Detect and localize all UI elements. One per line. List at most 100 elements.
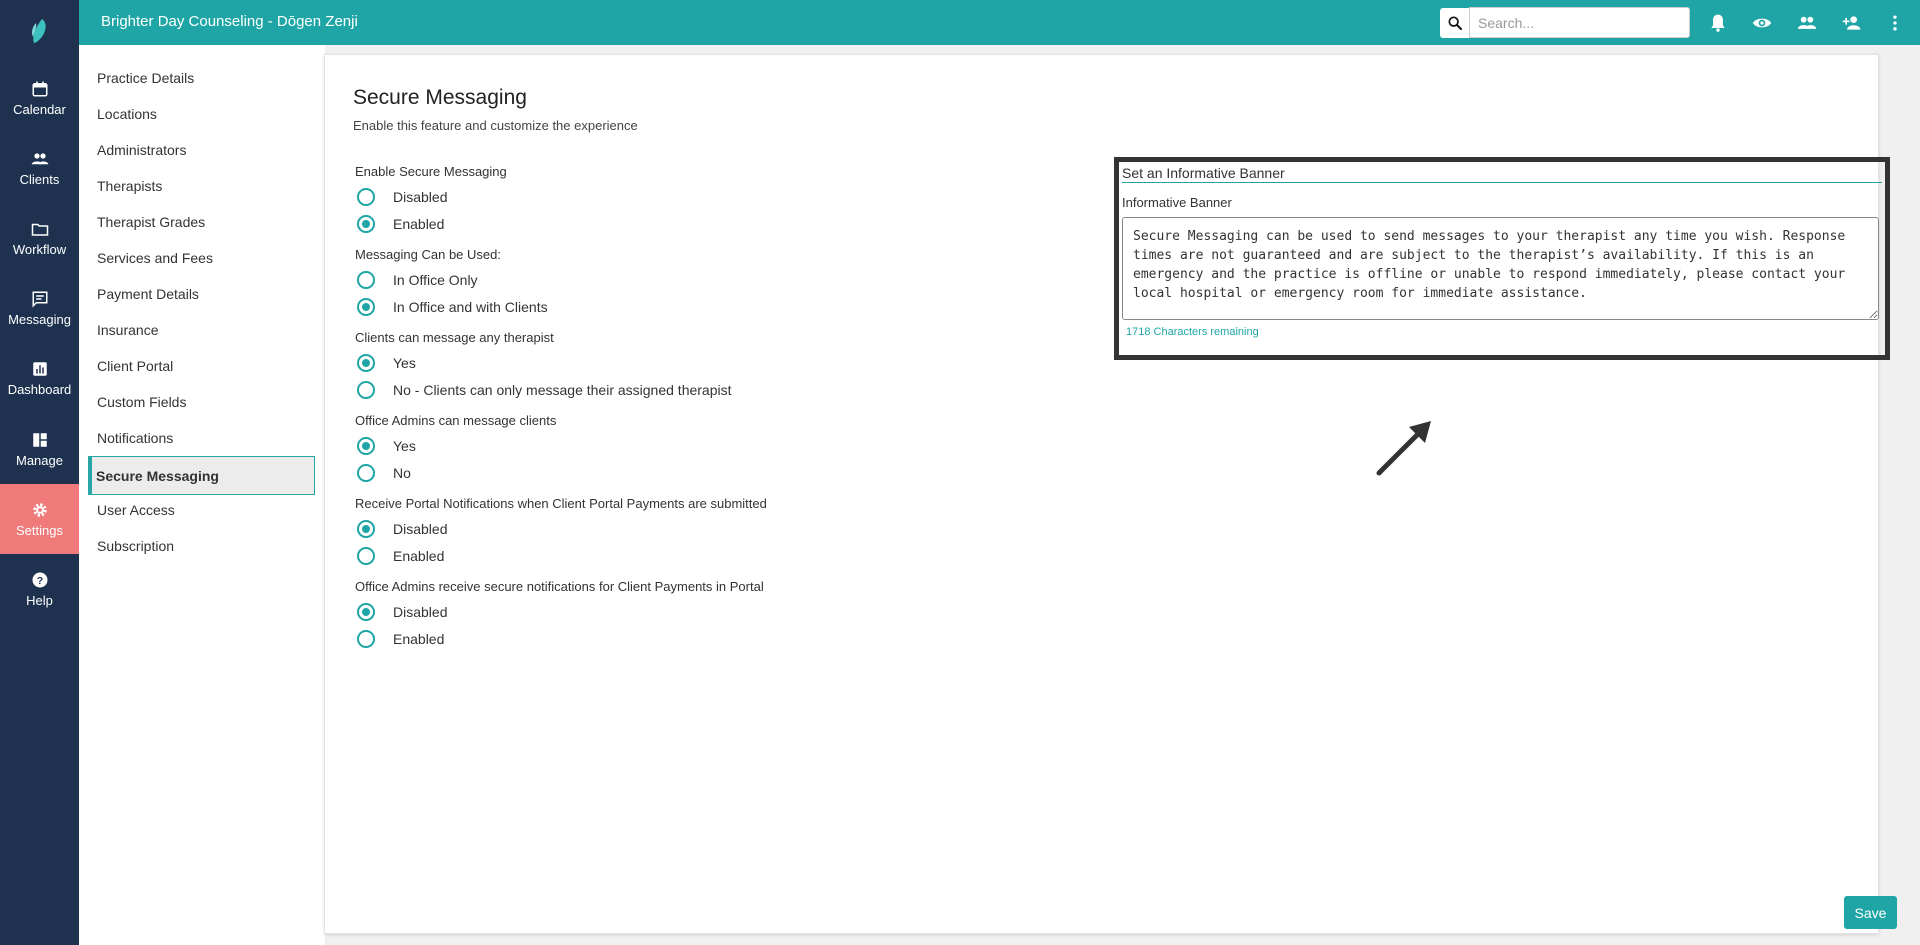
view-button[interactable] xyxy=(1750,11,1774,35)
radio-label: No - Clients can only message their assi… xyxy=(393,382,732,398)
radio-admins-message-no[interactable]: No xyxy=(357,462,411,484)
question-enable-secure-messaging: Enable Secure Messaging xyxy=(355,164,507,179)
menu-item-insurance[interactable]: Insurance xyxy=(88,312,315,348)
radio-usage-office-and-clients[interactable]: In Office and with Clients xyxy=(357,296,548,318)
menu-item-payment-details[interactable]: Payment Details xyxy=(88,276,315,312)
question-portal-payment-notifications: Receive Portal Notifications when Client… xyxy=(355,496,767,511)
search-icon xyxy=(1448,16,1462,30)
rail-label-help: Help xyxy=(26,592,53,608)
radio-any-therapist-yes[interactable]: Yes xyxy=(357,352,416,374)
page-subtitle: Enable this feature and customize the ex… xyxy=(353,118,638,133)
radio-label: Enabled xyxy=(393,216,445,232)
radio-admins-message-yes[interactable]: Yes xyxy=(357,435,416,457)
eye-icon xyxy=(1752,18,1772,28)
radio-label: Disabled xyxy=(393,521,448,537)
radio-button[interactable] xyxy=(357,603,375,621)
menu-item-secure-messaging[interactable]: Secure Messaging xyxy=(88,456,315,495)
rail-label-settings: Settings xyxy=(16,522,63,538)
question-clients-message-any-therapist: Clients can message any therapist xyxy=(355,330,554,345)
rail-label-clients: Clients xyxy=(19,171,60,187)
menu-item-practice-details[interactable]: Practice Details xyxy=(88,60,315,96)
more-vert-icon xyxy=(1893,15,1897,31)
characters-remaining: 1718 Characters remaining xyxy=(1126,326,1259,338)
rail-item-help[interactable]: ? Help xyxy=(0,554,79,624)
question-admins-secure-payment-notifications: Office Admins receive secure notificatio… xyxy=(355,579,764,594)
rail-item-dashboard[interactable]: Dashboard xyxy=(0,343,79,413)
radio-button[interactable] xyxy=(357,381,375,399)
radio-button[interactable] xyxy=(357,298,375,316)
radio-label: Yes xyxy=(393,355,416,371)
app-logo[interactable] xyxy=(0,0,79,62)
radio-usage-office-only[interactable]: In Office Only xyxy=(357,269,478,291)
radio-portal-notify-disabled[interactable]: Disabled xyxy=(357,518,447,540)
save-button[interactable]: Save xyxy=(1844,896,1897,929)
menu-item-custom-fields[interactable]: Custom Fields xyxy=(88,384,315,420)
menu-item-locations[interactable]: Locations xyxy=(88,96,315,132)
radio-button[interactable] xyxy=(357,271,375,289)
radio-any-therapist-no[interactable]: No - Clients can only message their assi… xyxy=(357,379,732,401)
menu-item-therapist-grades[interactable]: Therapist Grades xyxy=(88,204,315,240)
menu-item-therapists[interactable]: Therapists xyxy=(88,168,315,204)
radio-label: No xyxy=(393,465,411,481)
main-panel: Secure Messaging Enable this feature and… xyxy=(324,54,1890,934)
radio-portal-notify-enabled[interactable]: Enabled xyxy=(357,545,444,567)
chart-icon xyxy=(32,361,47,376)
rail-label-manage: Manage xyxy=(16,452,63,468)
radio-button[interactable] xyxy=(357,630,375,648)
rail-label-messaging: Messaging xyxy=(8,311,71,327)
radio-button[interactable] xyxy=(357,437,375,455)
rail-label-calendar: Calendar xyxy=(13,101,66,117)
top-bar: Brighter Day Counseling - Dōgen Zenji xyxy=(79,0,1920,45)
rail-item-workflow[interactable]: Workflow xyxy=(0,203,79,273)
rail-item-manage[interactable]: Manage xyxy=(0,414,79,484)
page-title: Secure Messaging xyxy=(353,86,527,109)
bell-icon xyxy=(1711,14,1725,32)
menu-item-user-access[interactable]: User Access xyxy=(88,492,315,528)
settings-menu: Practice Details Locations Administrator… xyxy=(79,45,325,945)
radio-button[interactable] xyxy=(357,188,375,206)
users-icon xyxy=(1797,16,1817,29)
informative-banner-textarea[interactable]: Secure Messaging can be used to send mes… xyxy=(1122,217,1879,320)
rail-item-settings[interactable]: Settings xyxy=(0,484,79,554)
help-icon: ? xyxy=(32,572,47,587)
search-button[interactable] xyxy=(1440,8,1469,38)
banner-section-heading: Set an Informative Banner xyxy=(1122,165,1882,183)
calendar-icon xyxy=(32,81,47,96)
gear-icon xyxy=(32,502,47,517)
question-admins-message-clients: Office Admins can message clients xyxy=(355,413,557,428)
notifications-button[interactable] xyxy=(1706,11,1730,35)
rail-item-messaging[interactable]: Messaging xyxy=(0,273,79,343)
users-button[interactable] xyxy=(1795,11,1819,35)
clients-icon xyxy=(31,152,48,164)
more-options-button[interactable] xyxy=(1883,11,1907,35)
menu-item-notifications[interactable]: Notifications xyxy=(88,420,315,456)
rail-item-clients[interactable]: Clients xyxy=(0,133,79,203)
radio-enable-enabled[interactable]: Enabled xyxy=(357,213,444,235)
radio-enable-disabled[interactable]: Disabled xyxy=(357,186,447,208)
grid-icon xyxy=(32,432,47,447)
radio-button[interactable] xyxy=(357,354,375,372)
menu-item-administrators[interactable]: Administrators xyxy=(88,132,315,168)
radio-button[interactable] xyxy=(357,520,375,538)
radio-button[interactable] xyxy=(357,547,375,565)
search-input[interactable] xyxy=(1469,7,1690,38)
message-icon xyxy=(32,291,47,308)
radio-admin-payment-enabled[interactable]: Enabled xyxy=(357,628,444,650)
add-user-button[interactable] xyxy=(1840,11,1864,35)
add-user-icon xyxy=(1842,16,1861,30)
menu-item-services-and-fees[interactable]: Services and Fees xyxy=(88,240,315,276)
question-messaging-usage: Messaging Can be Used: xyxy=(355,247,501,262)
radio-button[interactable] xyxy=(357,215,375,233)
menu-item-subscription[interactable]: Subscription xyxy=(88,528,315,564)
radio-label: In Office and with Clients xyxy=(393,299,548,315)
radio-button[interactable] xyxy=(357,464,375,482)
radio-label: Disabled xyxy=(393,189,448,205)
menu-item-client-portal[interactable]: Client Portal xyxy=(88,348,315,384)
banner-field-label: Informative Banner xyxy=(1122,195,1232,210)
rail-item-calendar[interactable]: Calendar xyxy=(0,63,79,133)
annotation-arrow-icon xyxy=(1376,421,1431,476)
radio-label: Yes xyxy=(393,438,416,454)
radio-label: Disabled xyxy=(393,604,448,620)
radio-admin-payment-disabled[interactable]: Disabled xyxy=(357,601,447,623)
radio-label: Enabled xyxy=(393,548,445,564)
